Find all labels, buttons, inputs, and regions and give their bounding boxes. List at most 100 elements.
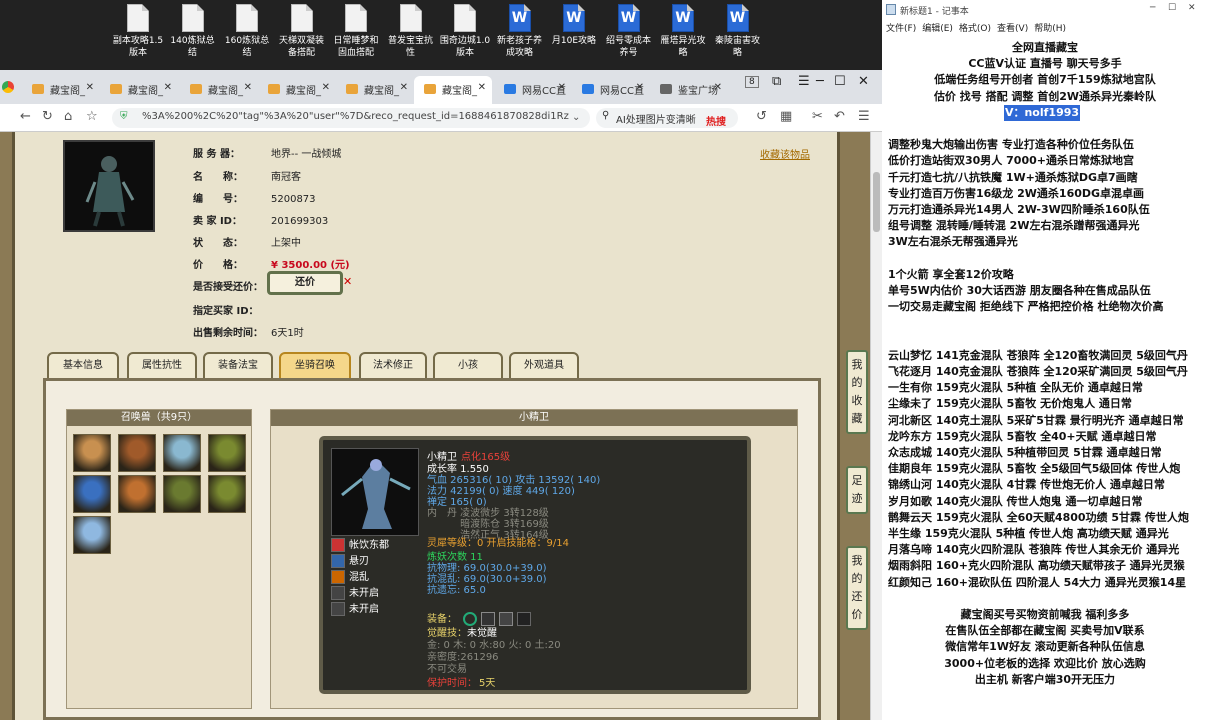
maximize-icon[interactable]: ☐ [834, 74, 846, 89]
equip-slot-icon[interactable] [499, 612, 513, 626]
game-tab[interactable]: 坐骑召唤 [279, 352, 351, 380]
favorite-link[interactable]: 收藏该物品 [760, 146, 810, 161]
tab-close-icon[interactable]: ✕ [164, 82, 172, 93]
equip-slot-icon[interactable] [481, 612, 495, 626]
minimize-icon[interactable]: ─ [816, 74, 824, 89]
text-file-icon [127, 4, 149, 32]
close-window-icon[interactable]: ✕ [858, 74, 869, 89]
tab-close-icon[interactable]: ✕ [478, 82, 486, 93]
summon-thumb[interactable] [73, 516, 111, 554]
url-field[interactable]: ⛨ %3A%200%2C%20"tag"%3A%20"user"%7D&reco… [112, 108, 590, 128]
skill-icon[interactable] [331, 554, 345, 568]
browser-tab[interactable]: 藏宝阁_ ✕ [258, 76, 336, 104]
game-tab[interactable]: 基本信息 [47, 352, 119, 380]
text-file-icon [399, 4, 422, 32]
buyer-row: 指定买家 ID： [193, 302, 271, 317]
tab-close-icon[interactable]: ✕ [86, 82, 94, 93]
notepad-line: 调整秒鬼大炮输出伤害 专业打造各种价位任务队伍 [888, 138, 1134, 152]
browser-tab[interactable]: 藏宝阁_ ✕ [100, 76, 178, 104]
summon-thumb[interactable] [208, 475, 246, 513]
bookmark-star-icon[interactable]: ☆ [86, 109, 98, 124]
summon-thumb[interactable] [118, 475, 156, 513]
desktop-file-icon[interactable]: W 新老孩子养成攻略 [494, 4, 546, 59]
np-maximize-icon[interactable]: ☐ [1168, 3, 1176, 13]
vertical-scrollbar[interactable] [870, 132, 882, 720]
footprint-button[interactable]: 足迹 [846, 466, 868, 514]
game-tab[interactable]: 外观道具 [509, 352, 579, 380]
my-bargain-button[interactable]: 我的还价 [846, 546, 868, 630]
word-doc-icon: W [563, 4, 585, 32]
tab-close-icon[interactable]: ✕ [322, 82, 330, 93]
equip-slot-icon[interactable] [517, 612, 531, 626]
game-tab[interactable]: 法术修正 [359, 352, 427, 380]
desktop-file-icon[interactable]: W 绍号零成本养号 [603, 4, 655, 59]
bargain-button[interactable]: 还价 [267, 271, 343, 295]
browser-tab[interactable]: 藏宝阁_ ✕ [22, 76, 100, 104]
reload-icon[interactable]: ↻ [42, 109, 53, 124]
browser-tab[interactable]: 网易CC直 ✕ [572, 76, 650, 104]
desktop-file-icon[interactable]: 天梯双凝装备搭配 [276, 4, 328, 59]
browser-tab[interactable]: 藏宝阁_ ✕ [414, 76, 492, 104]
browser-logo-icon[interactable] [2, 81, 14, 93]
search-icon: ⚲ [602, 110, 610, 121]
game-tab[interactable]: 小孩 [433, 352, 503, 380]
desktop-file-icon[interactable]: W 秦陵宙害攻略 [712, 4, 764, 59]
dropdown-icon[interactable]: ⌄ [572, 112, 580, 123]
summon-thumb[interactable] [208, 434, 246, 472]
scissors-icon[interactable]: ✂ [812, 109, 823, 124]
desktop-file-icon[interactable]: W 雁塔异光攻略 [657, 4, 709, 59]
home-icon[interactable]: ⌂ [64, 109, 72, 124]
skill-icon[interactable] [331, 538, 345, 552]
protect-label: 保护时间： [427, 678, 477, 689]
skill-icon[interactable] [331, 602, 345, 616]
game-tab[interactable]: 装备法宝 [203, 352, 273, 380]
summon-thumb[interactable] [73, 475, 111, 513]
history-icon[interactable]: ↺ [756, 109, 767, 124]
restore-tabs-icon[interactable]: ⧉ [772, 74, 781, 89]
menu-icon[interactable]: ☰ [798, 74, 810, 89]
my-favorites-button[interactable]: 我的收藏 [846, 350, 868, 434]
desktop-file-icon[interactable]: W 月10E攻略 [548, 4, 600, 47]
browser-tab[interactable]: 鉴宝广场 ✕ [650, 76, 728, 104]
summon-thumb[interactable] [73, 434, 111, 472]
np-minimize-icon[interactable]: ─ [1150, 3, 1155, 13]
grid-icon[interactable]: ▦ [780, 109, 792, 124]
price-value: ¥ 3500.00 (元) [271, 260, 350, 271]
browser-tab[interactable]: 藏宝阁_ ✕ [336, 76, 414, 104]
text-file-icon [345, 4, 367, 32]
hot-search-label[interactable]: 热搜 [706, 113, 726, 128]
desktop-file-icon[interactable]: 普发宝宝抗性 [385, 4, 437, 59]
equip-slot-icon[interactable] [463, 612, 477, 626]
tab-close-icon[interactable]: ✕ [400, 82, 408, 93]
desktop-file-icon[interactable]: 140炼狱总结 [167, 4, 219, 59]
bargain-row: 是否接受还价： [193, 278, 271, 293]
notepad-menu-item[interactable]: 帮助(H) [1034, 24, 1066, 34]
notepad-menu-item[interactable]: 文件(F) [886, 24, 916, 34]
back-icon[interactable]: ← [20, 109, 31, 124]
desktop-file-icon[interactable]: 副本攻略1.5版本 [112, 4, 164, 59]
desktop-file-icon[interactable]: 围奇边城1.0版本 [439, 4, 491, 59]
tab-close-icon[interactable]: ✕ [558, 82, 566, 93]
game-tab[interactable]: 属性抗性 [127, 352, 197, 380]
browser-tab[interactable]: 藏宝阁_ ✕ [180, 76, 258, 104]
notepad-menu-item[interactable]: 查看(V) [997, 24, 1028, 34]
summon-thumb[interactable] [163, 475, 201, 513]
desktop-file-icon[interactable]: 160炼狱总结 [221, 4, 273, 59]
skill-icon[interactable] [331, 586, 345, 600]
notepad-menu-item[interactable]: 格式(O) [959, 24, 991, 34]
tab-close-icon[interactable]: ✕ [714, 82, 722, 93]
browser-tab[interactable]: 网易CC直 ✕ [494, 76, 572, 104]
summon-thumb[interactable] [163, 434, 201, 472]
np-close-icon[interactable]: ✕ [1188, 3, 1196, 13]
tab-count-badge[interactable]: 8 [745, 76, 759, 88]
notepad-menu-item[interactable]: 编辑(E) [922, 24, 953, 34]
undo-icon[interactable]: ↶ [834, 109, 845, 124]
bargain-close-icon[interactable]: ✕ [343, 275, 352, 288]
tab-close-icon[interactable]: ✕ [636, 82, 644, 93]
desktop-file-icon[interactable]: 日常睡梦和固血搭配 [330, 4, 382, 59]
tab-close-icon[interactable]: ✕ [244, 82, 252, 93]
summon-thumb[interactable] [118, 434, 156, 472]
more-menu-icon[interactable]: ☰ [858, 109, 870, 124]
notepad-line: 尘缘未了 159克火混队 5畜牧 无价炮鬼人 通日常 [888, 397, 1132, 411]
skill-icon[interactable] [331, 570, 345, 584]
